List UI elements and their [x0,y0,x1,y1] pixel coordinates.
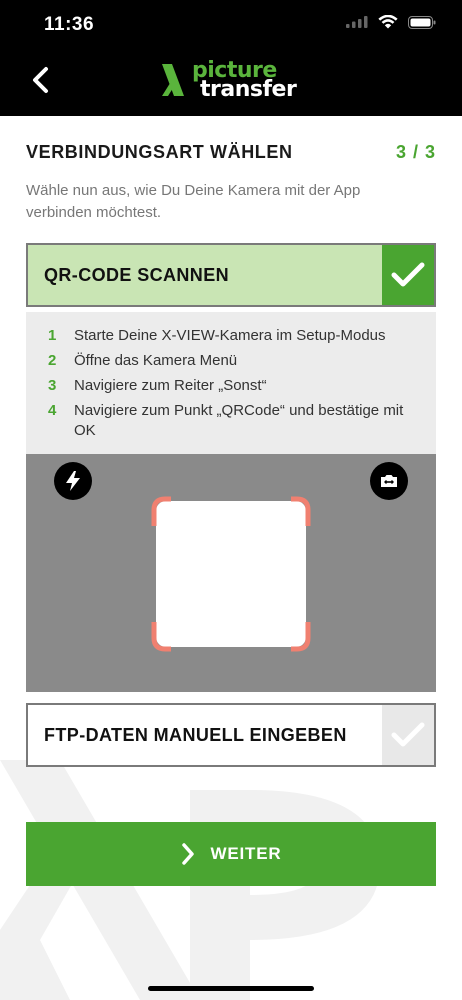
wifi-icon [378,15,398,29]
battery-icon [408,15,436,29]
step-counter: 3 / 3 [395,142,436,162]
instructions-panel: 1 Starte Deine X-VIEW-Kamera im Setup-Mo… [26,312,436,454]
logo-word-transfer: transfer [200,77,297,102]
ftp-checkbox[interactable] [382,705,434,765]
flash-button[interactable] [54,462,92,500]
status-time: 11:36 [44,14,95,35]
instruction-step: 1 Starte Deine X-VIEW-Kamera im Setup-Mo… [48,326,436,346]
qr-scan-frame [151,496,311,652]
instruction-step: 2 Öffne das Kamera Menü [48,351,436,371]
checkmark-icon [391,262,425,287]
step-number: 4 [48,402,57,419]
camera-switch-button[interactable] [370,462,408,500]
camera-switch-icon [381,475,397,487]
qr-selected-checkbox[interactable] [382,245,434,305]
option-qr-scan[interactable]: QR-CODE SCANNEN [26,243,436,307]
step-number: 2 [48,352,57,369]
step-text: Navigiere zum Punkt „QRCode“ und bestäti… [74,402,404,439]
flash-icon [66,471,80,491]
step-number: 1 [48,327,57,344]
scan-corners [151,496,311,652]
title-row: VERBINDUNGSART WÄHLEN 3 / 3 [26,142,436,163]
option-ftp-label: FTP-DATEN MANUELL EINGEBEN [44,724,347,745]
app-header: 11:36 picture transfer [0,0,462,116]
next-button-label: WEITER [210,844,282,863]
step-text: Navigiere zum Reiter „Sonst“ [74,377,267,394]
chevron-right-icon [181,843,194,865]
page-subtitle: Wähle nun aus, wie Du Deine Kamera mit d… [26,182,361,221]
next-button[interactable]: WEITER [26,822,436,886]
status-icons [346,15,436,29]
step-number: 3 [48,377,57,394]
back-button[interactable] [20,60,60,100]
option-qr-label: QR-CODE SCANNEN [44,264,230,285]
camera-preview [26,454,436,692]
checkmark-icon [391,722,425,747]
instruction-step: 3 Navigiere zum Reiter „Sonst“ [48,376,436,396]
home-indicator [148,986,314,991]
signal-icon [346,16,368,28]
chevron-left-icon [33,67,48,93]
app-logo: picture transfer [160,58,310,102]
step-text: Öffne das Kamera Menü [74,352,238,369]
step-text: Starte Deine X-VIEW-Kamera im Setup-Modu… [74,327,386,344]
page-title: VERBINDUNGSART WÄHLEN [26,142,293,162]
option-ftp-manual[interactable]: FTP-DATEN MANUELL EINGEBEN [26,703,436,767]
instruction-step: 4 Navigiere zum Punkt „QRCode“ und bestä… [48,401,436,441]
